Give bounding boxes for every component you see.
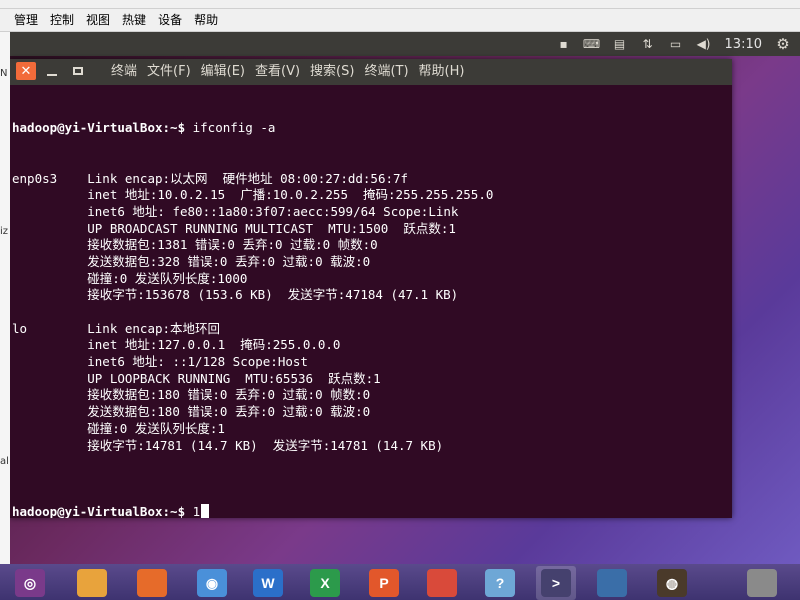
terminal-app-name: 终端: [111, 64, 138, 79]
output-line: lo Link encap:本地环回: [12, 320, 221, 336]
wps-writer-icon-glyph: W: [253, 569, 283, 597]
close-button[interactable]: ✕: [16, 62, 36, 80]
battery-icon[interactable]: ▭: [669, 37, 683, 51]
workspace-switcher-icon[interactable]: [592, 566, 632, 600]
shell-prompt: hadoop@yi-VirtualBox:~$: [12, 504, 186, 518]
wps-presentation-icon-glyph: P: [369, 569, 399, 597]
firefox-icon[interactable]: [132, 566, 172, 600]
output-line: inet6 地址: ::1/128 Scope:Host: [12, 354, 308, 370]
command-line: hadoop@yi-VirtualBox:~$ ifconfig -a: [10, 120, 720, 137]
current-input[interactable]: 1: [185, 504, 201, 518]
chromium-icon[interactable]: ◉: [192, 566, 232, 600]
command-text: ifconfig -a: [185, 120, 276, 136]
output-line: enp0s3 Link encap:以太网 硬件地址 08:00:27:dd:5…: [12, 170, 409, 186]
host-window-text: al: [0, 456, 9, 467]
workspace-switcher-icon-glyph: [597, 569, 627, 597]
disk-icon-glyph: ◍: [657, 569, 687, 597]
virtualbox-title-bar: [0, 0, 800, 9]
wps-spreadsheet-icon[interactable]: X: [305, 566, 345, 600]
output-line: 接收字节:153678 (153.6 KB) 发送字节:47184 (47.1 …: [12, 287, 459, 303]
input-method-icon[interactable]: ▪: [557, 37, 571, 51]
user-guide-icon-glyph: ?: [485, 569, 515, 597]
trash-icon-glyph: [747, 569, 777, 597]
terminal-scrollbar[interactable]: [720, 87, 732, 518]
wps-spreadsheet-icon-glyph: X: [310, 569, 340, 597]
minimize-button[interactable]: [42, 62, 62, 80]
menu-help[interactable]: 帮助(H): [414, 59, 470, 85]
output-line: 接收字节:14781 (14.7 KB) 发送字节:14781 (14.7 KB…: [12, 437, 444, 453]
output-line: 碰撞:0 发送队列长度:1000: [12, 270, 248, 286]
firefox-icon-glyph: [137, 569, 167, 597]
vbox-menu-control[interactable]: 控制: [44, 9, 80, 28]
terminal-title-bar[interactable]: ✕ 终端 文件(F) 编辑(E) 查看(V) 搜索(S) 终端(T) 帮助(H): [10, 59, 732, 85]
launcher-dock: ◎ ◉ W X P? > ◍: [0, 564, 800, 600]
volume-icon[interactable]: ◀): [697, 37, 711, 51]
host-window-text: iz: [0, 226, 9, 237]
output-line: 发送数据包:180 错误:0 丢弃:0 过载:0 载波:0: [12, 404, 371, 420]
minimize-icon: [47, 74, 57, 76]
ubuntu-logo-icon-glyph: ◎: [15, 569, 45, 597]
output-line: 发送数据包:328 错误:0 丢弃:0 过载:0 载波:0: [12, 253, 371, 269]
software-center-icon-glyph: [427, 569, 457, 597]
menu-terminal[interactable]: 终端(T): [359, 59, 413, 85]
chromium-icon-glyph: ◉: [197, 569, 227, 597]
vbox-menu-help[interactable]: 帮助: [188, 9, 224, 28]
files-icon[interactable]: [72, 566, 112, 600]
shell-prompt: hadoop@yi-VirtualBox:~$: [12, 120, 186, 136]
clock[interactable]: 13:10: [725, 37, 762, 52]
terminal-menu: 终端 文件(F) 编辑(E) 查看(V) 搜索(S) 终端(T) 帮助(H): [106, 59, 469, 85]
virtualbox-menu-bar: 管理 控制 视图 热键 设备 帮助: [0, 9, 800, 32]
gear-icon[interactable]: ⚙: [776, 35, 790, 53]
files-icon-glyph: [77, 569, 107, 597]
vbox-menu-devices[interactable]: 设备: [152, 9, 188, 28]
output-line: 碰撞:0 发送队列长度:1: [12, 420, 225, 436]
keyboard-icon[interactable]: ⌨: [583, 37, 600, 51]
output-line: 接收数据包:1381 错误:0 丢弃:0 过载:0 帧数:0: [12, 237, 378, 253]
terminal-icon-glyph: >: [541, 569, 571, 597]
vbox-menu-view[interactable]: 视图: [80, 9, 116, 28]
terminal-icon[interactable]: >: [536, 566, 576, 600]
output-line: 接收数据包:180 错误:0 丢弃:0 过载:0 帧数:0: [12, 387, 371, 403]
trash-icon[interactable]: [742, 566, 782, 600]
input-line[interactable]: hadoop@yi-VirtualBox:~$ 1: [10, 504, 720, 518]
output-line: UP BROADCAST RUNNING MULTICAST MTU:1500 …: [12, 220, 456, 236]
user-guide-icon[interactable]: ?: [480, 566, 520, 600]
ubuntu-top-panel: ▪ ⌨ ▤ ⇅ ▭ ◀) 13:10 ⚙: [10, 32, 800, 56]
terminal-output[interactable]: hadoop@yi-VirtualBox:~$ ifconfig -a enp0…: [10, 87, 720, 518]
menu-edit[interactable]: 编辑(E): [196, 59, 250, 85]
maximize-icon: [73, 67, 83, 75]
output-line: inet 地址:127.0.0.1 掩码:255.0.0.0: [12, 337, 341, 353]
vbox-menu-manage[interactable]: 管理: [0, 9, 44, 28]
output-line: inet6 地址: fe80::1a80:3f07:aecc:599/64 Sc…: [12, 203, 459, 219]
wps-writer-icon[interactable]: W: [248, 566, 288, 600]
network-icon[interactable]: ⇅: [641, 37, 655, 51]
vbox-menu-hotkeys[interactable]: 热键: [116, 9, 152, 28]
terminal-window[interactable]: ✕ 终端 文件(F) 编辑(E) 查看(V) 搜索(S) 终端(T) 帮助(H)…: [10, 59, 732, 518]
output-line: inet 地址:10.0.2.15 广播:10.0.2.255 掩码:255.2…: [12, 187, 494, 203]
system-tray: ▪ ⌨ ▤ ⇅ ▭ ◀) 13:10 ⚙: [557, 32, 790, 56]
output-line: UP LOOPBACK RUNNING MTU:65536 跃点数:1: [12, 370, 381, 386]
menu-view[interactable]: 查看(V): [250, 59, 305, 85]
menu-search[interactable]: 搜索(S): [305, 59, 359, 85]
text-cursor: [201, 504, 210, 518]
maximize-button[interactable]: [68, 62, 88, 80]
disk-icon[interactable]: ◍: [652, 566, 692, 600]
wps-presentation-icon[interactable]: P: [364, 566, 404, 600]
ubuntu-logo-icon[interactable]: ◎: [10, 566, 50, 600]
menu-file[interactable]: 文件(F): [142, 59, 196, 85]
clipboard-icon[interactable]: ▤: [613, 37, 627, 51]
host-window-text: N: [0, 68, 8, 79]
software-center-icon[interactable]: [422, 566, 462, 600]
ubuntu-desktop: ▪ ⌨ ▤ ⇅ ▭ ◀) 13:10 ⚙ ✕ 终端 文件(F) 编辑(E) 查看…: [10, 32, 800, 564]
